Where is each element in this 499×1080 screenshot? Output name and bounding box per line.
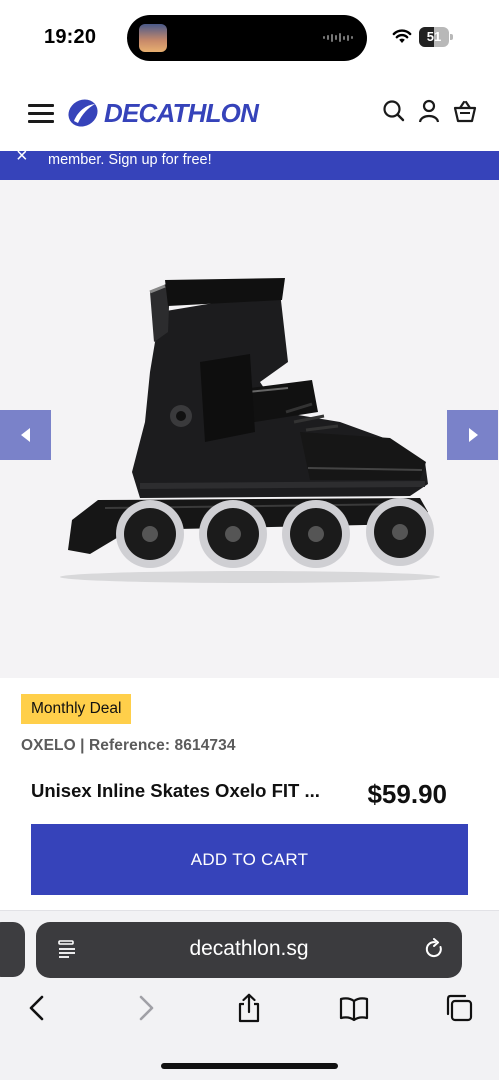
chevron-left-icon <box>21 428 30 442</box>
status-bar: 19:20 51 <box>0 0 499 76</box>
site-header: DECATHLON <box>0 76 499 151</box>
banner-text[interactable]: member. Sign up for free! <box>48 152 212 168</box>
back-icon[interactable] <box>23 993 53 1023</box>
account-icon[interactable] <box>416 98 442 124</box>
product-title: Unisex Inline Skates Oxelo FIT ... <box>31 780 320 801</box>
now-playing-artwork <box>139 24 167 52</box>
brand-reference: OXELO | Reference: 8614734 <box>21 737 236 754</box>
browser-toolbar: decathlon.sg <box>0 910 499 1080</box>
chevron-right-icon <box>469 428 478 442</box>
reload-icon[interactable] <box>423 938 445 960</box>
address-bar[interactable]: decathlon.sg <box>36 922 462 978</box>
product-gallery[interactable] <box>0 180 499 678</box>
membership-banner: × member. Sign up for free! <box>0 151 499 180</box>
hamburger-menu-icon[interactable] <box>28 104 54 124</box>
gallery-next-button[interactable] <box>447 410 498 460</box>
previous-tab-preview[interactable] <box>0 922 25 977</box>
monthly-deal-badge: Monthly Deal <box>21 694 132 724</box>
search-icon[interactable] <box>381 98 407 124</box>
decathlon-logo-icon <box>68 99 98 127</box>
tabs-icon[interactable] <box>444 993 474 1023</box>
logo-wordmark: DECATHLON <box>104 97 259 128</box>
product-image-inline-skate <box>60 278 440 583</box>
wifi-icon <box>392 29 412 43</box>
dynamic-island <box>127 15 367 61</box>
decathlon-logo[interactable]: DECATHLON <box>66 96 259 130</box>
bookmarks-icon[interactable] <box>339 993 369 1023</box>
gallery-prev-button[interactable] <box>0 410 51 460</box>
url-text: decathlon.sg <box>189 937 309 960</box>
status-time: 19:20 <box>44 26 97 48</box>
product-price: $59.90 <box>367 779 447 809</box>
close-icon[interactable]: × <box>16 151 28 166</box>
battery-icon: 51 <box>419 27 453 47</box>
home-indicator <box>161 1063 338 1069</box>
add-to-cart-button[interactable]: ADD TO CART <box>31 824 468 895</box>
audio-waveform-icon <box>323 33 353 42</box>
battery-percent: 51 <box>426 29 442 44</box>
cart-icon[interactable] <box>452 98 478 124</box>
share-icon[interactable] <box>234 993 264 1023</box>
forward-icon[interactable] <box>130 993 160 1023</box>
